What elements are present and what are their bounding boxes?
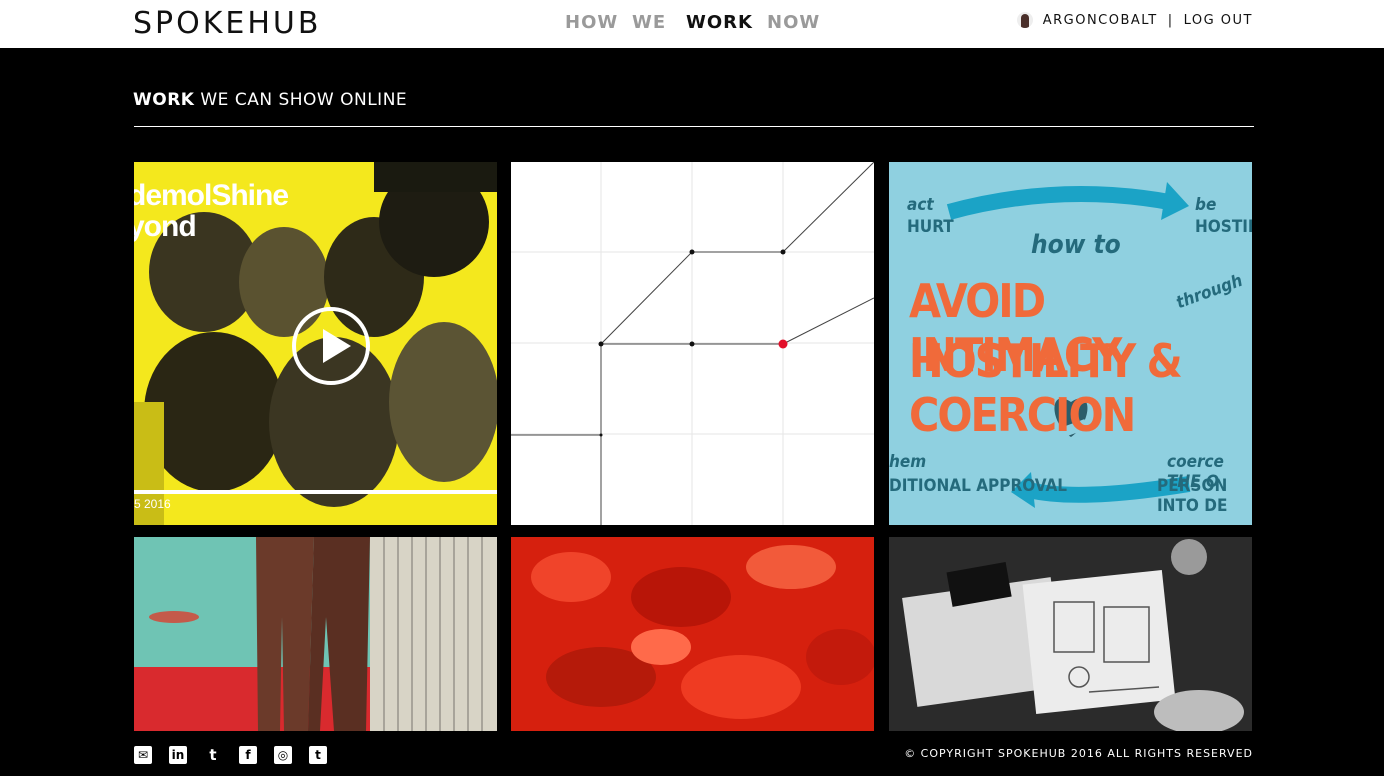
username-link[interactable]: ARGONCOBALT — [1043, 13, 1158, 28]
tile-text-big2: HOSTILITY & COERCION — [909, 334, 1183, 442]
tile-text-approval: DITIONAL APPROVAL — [889, 476, 1068, 496]
section-title: WORK WE CAN SHOW ONLINE — [133, 90, 407, 110]
tile-text-person: PERSON INTO DE — [1157, 476, 1228, 516]
nav-how[interactable]: HOW — [565, 12, 618, 33]
avatar[interactable] — [1016, 12, 1033, 28]
section-title-rest: WE CAN SHOW ONLINE — [194, 90, 408, 110]
nav-we[interactable]: WE — [632, 12, 666, 33]
section-divider — [134, 126, 1254, 127]
tumblr-icon[interactable]: t — [309, 746, 327, 764]
work-tile-photo-legs[interactable] — [134, 537, 497, 731]
user-box: ARGONCOBALT | LOG OUT — [1016, 12, 1253, 28]
linkedin-icon[interactable]: in — [169, 746, 187, 764]
work-tile-photo-sketch[interactable] — [889, 537, 1252, 731]
tile-text-hostile: HOSTILE — [1195, 217, 1252, 237]
sketch-photo — [889, 537, 1252, 731]
top-bar: SPOKEHUB HOW WE WORK NOW ARGONCOBALT | L… — [0, 0, 1384, 48]
site-logo[interactable]: SPOKEHUB — [133, 6, 321, 41]
mail-icon[interactable]: ✉ — [134, 746, 152, 764]
legs-photo — [134, 537, 497, 731]
tile-text-hem: hem — [889, 452, 927, 472]
work-tile-video[interactable]: demolShine yond 5 2016 — [134, 162, 497, 525]
line-diagram — [511, 162, 874, 525]
logout-link[interactable]: LOG OUT — [1184, 13, 1253, 28]
section-title-bold: WORK — [133, 90, 195, 110]
tomato-photo — [511, 537, 874, 731]
separator: | — [1167, 12, 1174, 28]
video-progress-bar — [134, 490, 497, 494]
copyright-text: © COPYRIGHT SPOKEHUB 2016 ALL RIGHTS RES… — [904, 747, 1253, 760]
tile-text-be: be — [1195, 195, 1217, 215]
tile-year: 5 2016 — [134, 497, 171, 511]
tile-text-howto: how to — [1031, 230, 1121, 260]
tile-caption-line1: demolShine — [134, 179, 289, 212]
tile-text-act: act — [907, 195, 934, 215]
nav-now[interactable]: NOW — [767, 12, 820, 33]
instagram-icon[interactable]: ◎ — [274, 746, 292, 764]
tile-text-hurt: HURT — [907, 217, 954, 237]
nav-work[interactable]: WORK — [686, 12, 753, 33]
twitter-icon[interactable]: t — [204, 746, 222, 764]
work-tile-photo-tomato[interactable] — [511, 537, 874, 731]
play-icon[interactable] — [292, 307, 370, 385]
social-links: ✉ in t f ◎ t — [134, 746, 327, 764]
work-tile-diagram[interactable] — [511, 162, 874, 525]
work-tile-illustration[interactable]: act HURT be HOSTILE how to AVOID INTIMAC… — [889, 162, 1252, 525]
tile-caption-line2: yond — [134, 210, 197, 243]
facebook-icon[interactable]: f — [239, 746, 257, 764]
